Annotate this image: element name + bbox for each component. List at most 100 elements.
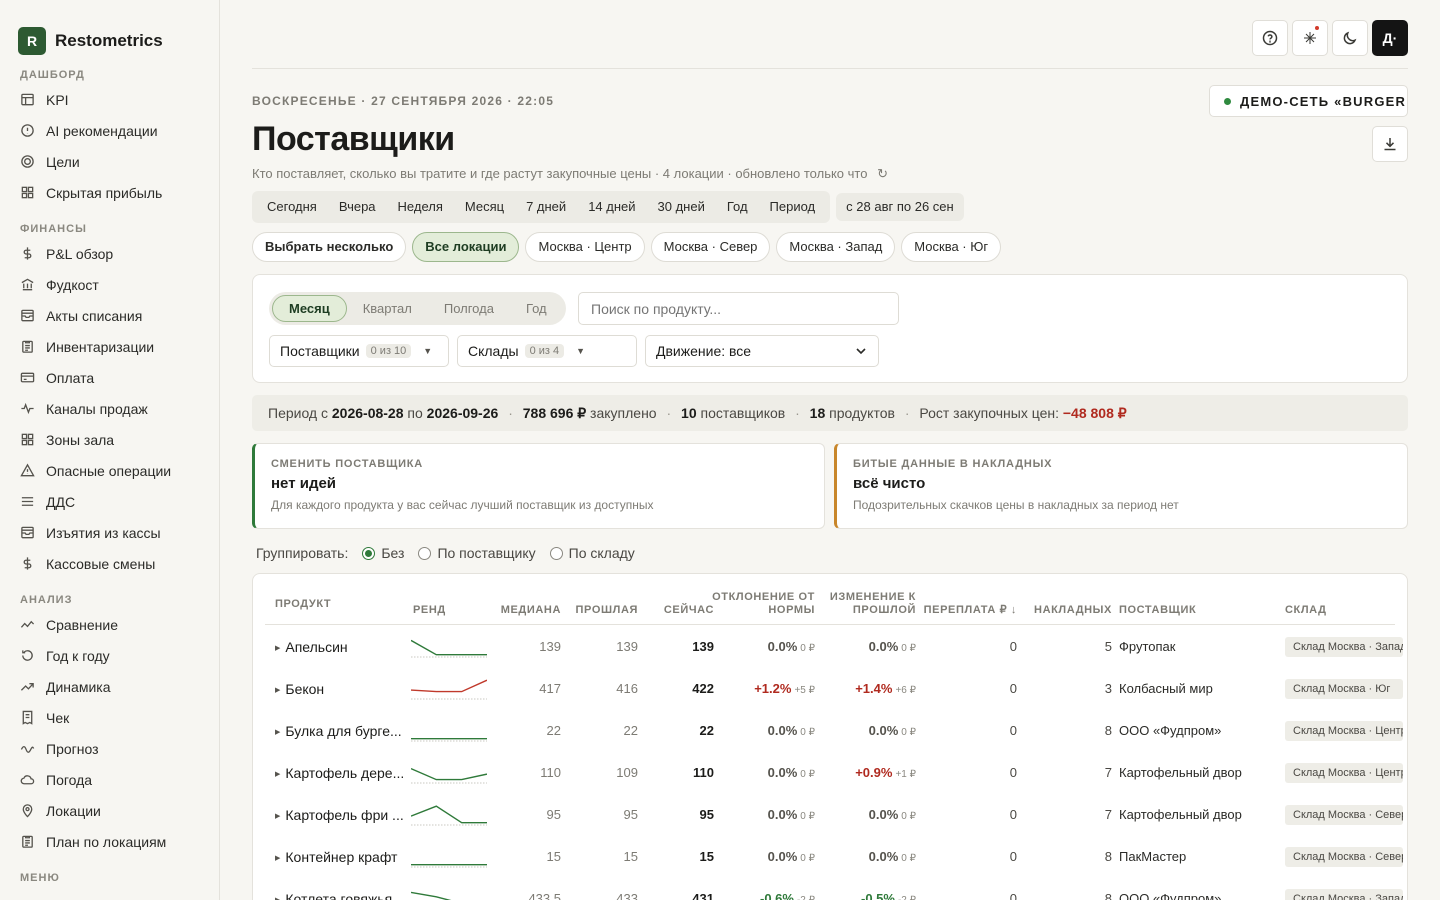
table-row[interactable]: ▶ Бекон 417 416 422 +1.2% +5 ₽ +1.4% +6 ₽ 0… bbox=[265, 668, 1403, 710]
location-chip[interactable]: Все локации bbox=[412, 232, 520, 262]
radio-dot[interactable] bbox=[418, 546, 432, 560]
col-overpay[interactable]: ПЕРЕПЛАТА ₽ ↓ bbox=[924, 604, 1017, 617]
sidebar-item[interactable]: ДДС bbox=[0, 486, 219, 517]
supplier-cell[interactable]: ООО «Фудпром» bbox=[1119, 710, 1221, 752]
table-row[interactable]: ▶ Апельсин 139 139 139 0.0% 0 ₽ 0.0% 0 ₽ 0 … bbox=[265, 626, 1403, 668]
grouping-radio[interactable]: По поставщику bbox=[418, 545, 536, 561]
supplier-cell[interactable]: Картофельный двор bbox=[1119, 794, 1242, 836]
period-tab[interactable]: Период bbox=[759, 191, 827, 223]
col-warehouse[interactable]: СКЛАД bbox=[1285, 604, 1327, 617]
sidebar-item[interactable]: Кассовые смены bbox=[0, 548, 219, 579]
grouping-radio[interactable]: Без bbox=[362, 545, 404, 561]
sidebar-item[interactable]: Погода bbox=[0, 764, 219, 795]
sidebar-item[interactable]: Скрытая прибыль bbox=[0, 177, 219, 208]
table-row[interactable]: ▶ Картофель фри ... 95 95 95 0.0% 0 ₽ 0.0%… bbox=[265, 794, 1403, 836]
radio-dot[interactable] bbox=[362, 546, 376, 560]
sidebar-item[interactable]: KPI bbox=[0, 84, 219, 115]
location-chip[interactable]: Москва · Север bbox=[650, 232, 771, 262]
expand-triangle-icon[interactable]: ▶ bbox=[275, 645, 280, 652]
granularity-option[interactable]: Квартал bbox=[347, 295, 428, 322]
granularity-option[interactable]: Месяц bbox=[272, 295, 347, 322]
col-product[interactable]: ПРОДУКТ bbox=[275, 598, 331, 611]
select-multiple-locations-button[interactable]: Выбрать несколько bbox=[252, 232, 407, 262]
product-search-input[interactable] bbox=[578, 292, 899, 325]
download-button[interactable] bbox=[1372, 126, 1408, 162]
ai-sparkle-button[interactable] bbox=[1292, 20, 1328, 56]
granularity-option[interactable]: Год bbox=[510, 295, 563, 322]
brand[interactable]: R Restometrics bbox=[0, 0, 219, 64]
period-tab[interactable]: Месяц bbox=[454, 191, 515, 223]
sidebar-item[interactable]: Опасные операции bbox=[0, 455, 219, 486]
sidebar-item[interactable]: Цели bbox=[0, 146, 219, 177]
expand-triangle-icon[interactable]: ▶ bbox=[275, 729, 280, 736]
sidebar-item[interactable]: Локации bbox=[0, 795, 219, 826]
sidebar-item[interactable]: Изъятия из кассы bbox=[0, 517, 219, 548]
period-tab[interactable]: Год bbox=[716, 191, 759, 223]
radio-dot[interactable] bbox=[549, 546, 563, 560]
location-chip[interactable]: Москва · Запад bbox=[776, 232, 896, 262]
period-range[interactable]: с 28 авг по 26 сен bbox=[836, 193, 964, 221]
help-button[interactable] bbox=[1252, 20, 1288, 56]
product-name-cell[interactable]: ▶ Булка для бурге... bbox=[275, 710, 402, 752]
supplier-cell[interactable]: Картофельный двор bbox=[1119, 752, 1242, 794]
table-row[interactable]: ▶ Картофель дере... 110 109 110 0.0% 0 ₽ +… bbox=[265, 752, 1403, 794]
product-name-cell[interactable]: ▶ Бекон bbox=[275, 668, 324, 710]
expand-triangle-icon[interactable]: ▶ bbox=[275, 855, 280, 862]
col-invoices[interactable]: НАКЛАДНЫХ bbox=[1034, 604, 1112, 617]
org-selector[interactable]: ДЕМО-СЕТЬ «BURGER... bbox=[1209, 85, 1408, 117]
warehouses-select[interactable]: Склады 0 из 4 ▼ bbox=[457, 335, 637, 367]
period-tab[interactable]: Вчера bbox=[328, 191, 387, 223]
period-tab[interactable]: 7 дней bbox=[515, 191, 577, 223]
sidebar-item[interactable]: Каналы продаж bbox=[0, 393, 219, 424]
period-tab[interactable]: 30 дней bbox=[647, 191, 716, 223]
product-name-cell[interactable]: ▶ Картофель фри ... bbox=[275, 794, 404, 836]
col-deviation[interactable]: ОТКЛОНЕНИЕ ОТ НОРМЫ bbox=[712, 591, 815, 617]
refresh-icon[interactable]: ↻ bbox=[877, 166, 888, 181]
location-chip[interactable]: Москва · Юг bbox=[901, 232, 1002, 262]
col-current[interactable]: СЕЙЧАС bbox=[664, 604, 714, 617]
sidebar-item[interactable]: Акты списания bbox=[0, 300, 219, 331]
alert-change-supplier[interactable]: СМЕНИТЬ ПОСТАВЩИКА нет идей Для каждого … bbox=[252, 443, 825, 529]
expand-triangle-icon[interactable]: ▶ bbox=[275, 771, 280, 778]
table-row[interactable]: ▶Котлета говяжья... 433.5 433 431 -0.6%-… bbox=[265, 878, 1403, 900]
product-name-cell[interactable]: ▶Котлета говяжья... bbox=[275, 878, 404, 900]
supplier-cell[interactable]: ООО «Фудпром» bbox=[1119, 878, 1221, 900]
sidebar-item[interactable]: Оплата bbox=[0, 362, 219, 393]
table-row[interactable]: ▶ Булка для бурге... 22 22 22 0.0% 0 ₽ 0.0… bbox=[265, 710, 1403, 752]
suppliers-select[interactable]: Поставщики 0 из 10 ▼ bbox=[269, 335, 449, 367]
col-median[interactable]: МЕДИАНА bbox=[501, 604, 561, 617]
sidebar-item[interactable]: AI рекомендации bbox=[0, 115, 219, 146]
sidebar-item[interactable]: Инвентаризации bbox=[0, 331, 219, 362]
location-chip[interactable]: Москва · Центр bbox=[525, 232, 645, 262]
movement-select[interactable]: Движение: все bbox=[645, 335, 879, 367]
sidebar-item[interactable]: Сравнение bbox=[0, 609, 219, 640]
product-name-cell[interactable]: ▶ Контейнер крафт bbox=[275, 836, 397, 878]
product-name-cell[interactable]: ▶ Картофель дере... bbox=[275, 752, 404, 794]
period-tab[interactable]: Неделя bbox=[387, 191, 454, 223]
col-change[interactable]: ИЗМЕНЕНИЕ К ПРОШЛОЙ bbox=[830, 591, 916, 617]
col-previous[interactable]: ПРОШЛАЯ bbox=[576, 604, 638, 617]
col-supplier[interactable]: ПОСТАВЩИК bbox=[1119, 604, 1196, 617]
period-tab[interactable]: Сегодня bbox=[256, 191, 328, 223]
grouping-radio[interactable]: По складу bbox=[549, 545, 635, 561]
period-tab[interactable]: 14 дней bbox=[577, 191, 646, 223]
sidebar-item[interactable]: План по локациям bbox=[0, 826, 219, 857]
expand-triangle-icon[interactable]: ▶ bbox=[275, 687, 280, 694]
alert-broken-invoices[interactable]: БИТЫЕ ДАННЫЕ В НАКЛАДНЫХ всё чисто Подоз… bbox=[834, 443, 1408, 529]
sidebar-item[interactable]: Год к году bbox=[0, 640, 219, 671]
sidebar-item[interactable]: Зоны зала bbox=[0, 424, 219, 455]
user-avatar-button[interactable]: Д· bbox=[1372, 20, 1408, 56]
sidebar-item[interactable]: Прогноз bbox=[0, 733, 219, 764]
supplier-cell[interactable]: Фрутопак bbox=[1119, 626, 1175, 668]
sidebar-item[interactable]: Фудкост bbox=[0, 269, 219, 300]
supplier-cell[interactable]: Колбасный мир bbox=[1119, 668, 1213, 710]
table-row[interactable]: ▶ Контейнер крафт 15 15 15 0.0% 0 ₽ 0.0% 0 … bbox=[265, 836, 1403, 878]
expand-triangle-icon[interactable]: ▶ bbox=[275, 813, 280, 820]
sidebar-item[interactable]: Чек bbox=[0, 702, 219, 733]
supplier-cell[interactable]: ПакМастер bbox=[1119, 836, 1186, 878]
sidebar-item[interactable]: P&L обзор bbox=[0, 238, 219, 269]
granularity-option[interactable]: Полгода bbox=[428, 295, 510, 322]
theme-toggle-button[interactable] bbox=[1332, 20, 1368, 56]
sidebar-item[interactable]: Динамика bbox=[0, 671, 219, 702]
product-name-cell[interactable]: ▶ Апельсин bbox=[275, 626, 348, 668]
